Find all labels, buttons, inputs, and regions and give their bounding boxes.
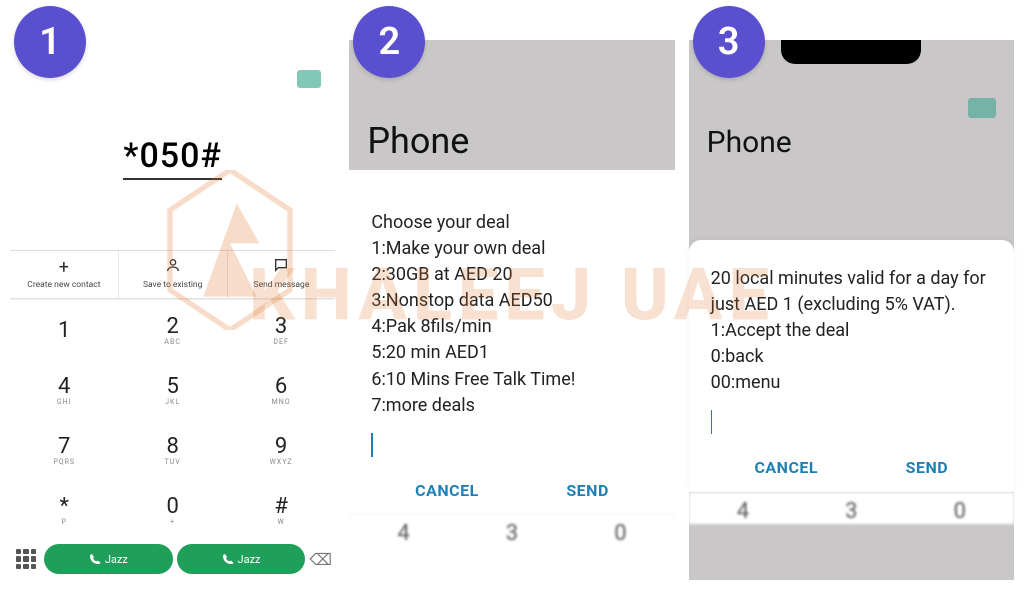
key-star[interactable]: *P (10, 480, 118, 540)
ussd-title: Phone (707, 125, 792, 160)
key-0[interactable]: 0+ (118, 480, 226, 540)
send-button[interactable]: SEND (906, 456, 949, 479)
key-5[interactable]: 5JKL (118, 360, 226, 420)
key-8[interactable]: 8TUV (118, 420, 226, 480)
ussd-line: 3:Nonstop data AED50 (371, 288, 652, 314)
send-button[interactable]: SEND (566, 479, 609, 502)
step-badge-2: 2 (353, 6, 425, 78)
ussd-title: Phone (367, 120, 469, 162)
ussd-button-row: CANCEL SEND (711, 448, 992, 485)
phone-icon (222, 553, 234, 565)
phone-notch (781, 40, 921, 64)
cancel-button[interactable]: CANCEL (415, 479, 479, 502)
message-icon (230, 257, 334, 278)
key-2[interactable]: 2ABC (118, 300, 226, 360)
call-sim1-label: Jazz (105, 553, 128, 566)
key-hash[interactable]: #W (227, 480, 335, 540)
step-badge-3: 3 (693, 6, 765, 78)
sim-icon (968, 98, 996, 118)
text-cursor (371, 433, 373, 457)
call-sim1-button[interactable]: Jazz (44, 544, 173, 574)
send-message-button[interactable]: Send message (228, 251, 336, 298)
ussd-line: 0:back (711, 344, 992, 370)
backspace-icon[interactable]: ⌫ (309, 550, 331, 569)
blurred-keypad-row: 430 (689, 492, 1014, 524)
ussd-button-row: CANCEL SEND (371, 471, 652, 508)
key-6[interactable]: 6MNO (227, 360, 335, 420)
key-3[interactable]: 3DEF (227, 300, 335, 360)
ussd-line: 4:Pak 8fils/min (371, 314, 652, 340)
ussd-line: 5:20 min AED1 (371, 340, 652, 366)
save-existing-label: Save to existing (143, 280, 202, 290)
panel-dialer: 1 *050# + Create new contact Save to exi… (10, 40, 335, 580)
ussd-line: 00:menu (711, 370, 992, 396)
phone-icon (89, 553, 101, 565)
ussd-popup: Choose your deal 1:Make your own deal 2:… (349, 170, 674, 514)
ussd-line: 1:Accept the deal (711, 318, 992, 344)
ussd-popup: 20 local minutes valid for a day for jus… (689, 240, 1014, 492)
contact-actions-row: + Create new contact Save to existing Se… (10, 250, 335, 299)
create-contact-label: Create new contact (27, 280, 100, 290)
create-contact-button[interactable]: + Create new contact (10, 251, 119, 298)
apps-grid-icon[interactable] (16, 549, 36, 569)
ussd-line: 6:10 Mins Free Talk Time! (371, 367, 652, 393)
panel-ussd-confirm: 3 Phone 20 local minutes valid for a day… (689, 40, 1014, 580)
person-icon (121, 257, 225, 278)
key-1[interactable]: 1 (10, 300, 118, 360)
ussd-line: 20 local minutes valid for a day for jus… (711, 266, 992, 318)
dialer-bottom-bar: Jazz Jazz ⌫ (10, 540, 335, 580)
call-sim2-button[interactable]: Jazz (177, 544, 306, 574)
ussd-line: 7:more deals (371, 393, 652, 419)
key-9[interactable]: 9WXYZ (227, 420, 335, 480)
ussd-line: Choose your deal (371, 210, 652, 236)
save-existing-button[interactable]: Save to existing (119, 251, 228, 298)
text-cursor (711, 410, 713, 434)
dial-keypad: 1 2ABC 3DEF 4GHI 5JKL 6MNO 7PQRS 8TUV 9W… (10, 299, 335, 540)
ussd-line: 1:Make your own deal (371, 236, 652, 262)
ussd-line: 2:30GB at AED 20 (371, 262, 652, 288)
blurred-keypad-row: 430 (349, 514, 674, 546)
plus-icon: + (12, 257, 116, 278)
step-badge-1: 1 (14, 6, 86, 78)
cancel-button[interactable]: CANCEL (754, 456, 818, 479)
key-7[interactable]: 7PQRS (10, 420, 118, 480)
panel-ussd-deals: 2 Phone Choose your deal 1:Make your own… (349, 40, 674, 580)
sim-icon (297, 70, 321, 88)
key-4[interactable]: 4GHI (10, 360, 118, 420)
send-message-label: Send message (254, 280, 310, 290)
call-sim2-label: Jazz (238, 553, 261, 566)
dialed-number[interactable]: *050# (123, 136, 222, 180)
